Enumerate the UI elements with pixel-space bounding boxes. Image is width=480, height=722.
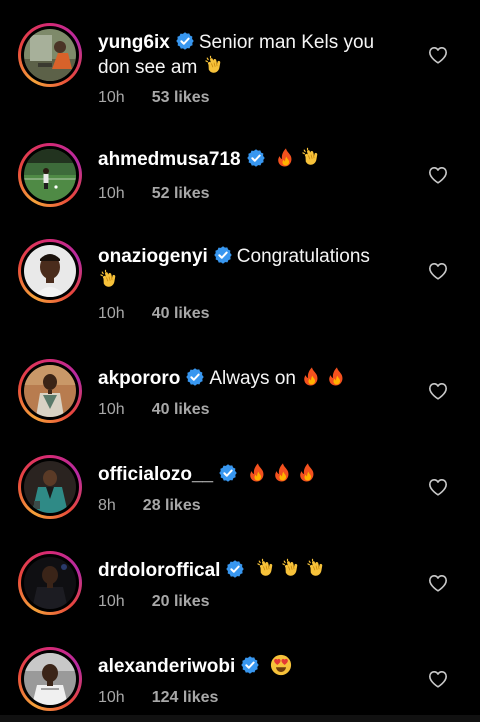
clapping-hands-emoji-icon [300, 147, 322, 169]
avatar-photo [24, 461, 76, 513]
comment-username[interactable]: alexanderiwobi [98, 656, 235, 677]
comment-likes-count[interactable]: 40 likes [152, 401, 210, 418]
avatar-photo [24, 149, 76, 201]
comment-time: 8h [98, 497, 116, 514]
verified-badge-icon [246, 148, 266, 168]
fire-emoji-icon [275, 147, 297, 169]
like-heart-icon[interactable] [428, 478, 448, 496]
avatar[interactable] [18, 647, 82, 711]
comment-time: 10h [98, 689, 125, 706]
clapping-hands-emoji-icon [203, 55, 225, 77]
comment-meta: 10h 40 likes [98, 401, 210, 419]
comment-meta: 10h 52 likes [98, 185, 210, 203]
verified-badge-icon [175, 31, 195, 51]
fire-emoji-icon [272, 462, 294, 484]
comment-text: Always on [209, 368, 296, 389]
comment-likes-count[interactable]: 28 likes [143, 497, 201, 514]
bottom-edge-bar [0, 715, 480, 722]
like-heart-icon[interactable] [428, 382, 448, 400]
comment-meta: 8h 28 likes [98, 497, 201, 515]
comment-text: Senior man Kels you [198, 32, 375, 53]
comment-username[interactable]: ahmedmusa718 [98, 149, 241, 170]
comment-time: 10h [98, 401, 125, 418]
comment-likes-count[interactable]: 52 likes [152, 185, 210, 202]
comment-meta: 10h 124 likes [98, 689, 218, 707]
verified-badge-icon [185, 367, 205, 387]
comment-username[interactable]: onaziogenyi [98, 246, 208, 267]
avatar[interactable] [18, 23, 82, 87]
avatar-photo [24, 557, 76, 609]
comment-username[interactable]: yung6ix [98, 32, 170, 53]
clapping-hands-emoji-icon [305, 558, 327, 580]
fire-emoji-icon [297, 462, 319, 484]
heart-eyes-emoji-icon [270, 654, 292, 676]
verified-badge-icon [240, 655, 260, 675]
like-heart-icon[interactable] [428, 166, 448, 184]
like-heart-icon[interactable] [428, 262, 448, 280]
avatar-photo [24, 29, 76, 81]
clapping-hands-emoji-icon [280, 558, 302, 580]
verified-badge-icon [218, 463, 238, 483]
comment-time: 10h [98, 305, 125, 322]
avatar-photo [24, 245, 76, 297]
avatar-photo [24, 365, 76, 417]
avatar[interactable] [18, 359, 82, 423]
comment-text-continued: don see am [98, 57, 198, 78]
avatar[interactable] [18, 239, 82, 303]
clapping-hands-emoji-icon [255, 558, 277, 580]
comment-username[interactable]: officialozo__ [98, 464, 213, 485]
like-heart-icon[interactable] [428, 574, 448, 592]
comment-likes-count[interactable]: 40 likes [152, 305, 210, 322]
like-heart-icon[interactable] [428, 670, 448, 688]
comment-text: Congratulations [236, 246, 370, 267]
comment-time: 10h [98, 89, 125, 106]
verified-badge-icon [213, 245, 233, 265]
avatar-photo [24, 653, 76, 705]
avatar[interactable] [18, 455, 82, 519]
like-heart-icon[interactable] [428, 46, 448, 64]
comment-time: 10h [98, 593, 125, 610]
avatar[interactable] [18, 551, 82, 615]
comment-username[interactable]: akpororo [98, 368, 180, 389]
fire-emoji-icon [247, 462, 269, 484]
fire-emoji-icon [301, 366, 323, 388]
comment-time: 10h [98, 185, 125, 202]
comment-meta: 10h 40 likes [98, 305, 210, 323]
comment-meta: 10h 53 likes [98, 89, 210, 107]
comment-meta: 10h 20 likes [98, 593, 210, 611]
comment-likes-count[interactable]: 124 likes [152, 689, 219, 706]
fire-emoji-icon [326, 366, 348, 388]
comment-likes-count[interactable]: 53 likes [152, 89, 210, 106]
clapping-hands-emoji-icon [98, 269, 120, 291]
verified-badge-icon [225, 559, 245, 579]
comment-likes-count[interactable]: 20 likes [152, 593, 210, 610]
comment-username[interactable]: drdoloroffical [98, 560, 220, 581]
avatar[interactable] [18, 143, 82, 207]
